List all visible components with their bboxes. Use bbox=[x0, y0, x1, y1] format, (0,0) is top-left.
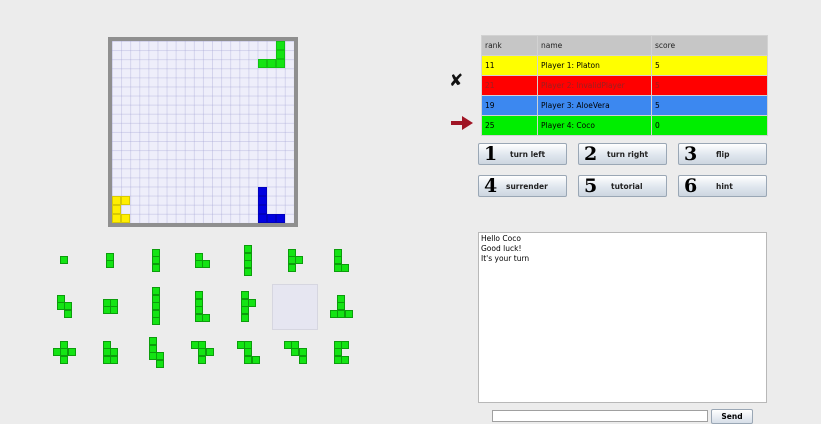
table-row: 21 Player 2: InvalidPlayer 5 bbox=[481, 75, 768, 96]
tray-piece-cell bbox=[244, 267, 253, 276]
board-cell-blue bbox=[257, 195, 267, 205]
header-rank: rank bbox=[481, 35, 538, 56]
send-button[interactable]: Send bbox=[711, 409, 753, 424]
score-cell: 5 bbox=[651, 75, 768, 96]
turn-right-button[interactable]: 2 turn right bbox=[578, 143, 667, 165]
tray-piece-cell bbox=[295, 256, 303, 265]
name-cell: Player 3: AloeVera bbox=[537, 95, 652, 116]
table-row: 25 Player 4: Coco 0 bbox=[481, 115, 768, 136]
tray-piece-cell bbox=[240, 313, 249, 322]
button-label: flip bbox=[716, 150, 730, 159]
name-cell: Player 1: Platon bbox=[537, 55, 652, 76]
header-score: score bbox=[651, 35, 768, 56]
key-number: 1 bbox=[484, 143, 498, 165]
button-label: turn left bbox=[510, 150, 546, 159]
surrender-button[interactable]: 4 surrender bbox=[478, 175, 567, 197]
board-cell-green bbox=[275, 50, 285, 60]
chat-input[interactable] bbox=[492, 410, 708, 422]
game-board[interactable] bbox=[108, 37, 298, 227]
board-cell-blue bbox=[257, 186, 267, 196]
table-row: 11 Player 1: Platon 5 bbox=[481, 55, 768, 76]
key-number: 6 bbox=[684, 175, 698, 197]
tray-piece-cell bbox=[248, 298, 256, 307]
score-cell: 5 bbox=[651, 95, 768, 116]
board-cell-yellow bbox=[112, 204, 121, 214]
board-cell-blue bbox=[257, 204, 267, 214]
tray-piece-cell bbox=[341, 340, 349, 349]
board-cell-blue bbox=[266, 213, 276, 223]
score-cell: 0 bbox=[651, 115, 768, 136]
tray-piece-cell bbox=[298, 355, 307, 364]
rank-cell: 11 bbox=[481, 55, 538, 76]
tray-piece-cell bbox=[205, 348, 214, 357]
rank-cell: 25 bbox=[481, 115, 538, 136]
board-cell-yellow bbox=[121, 195, 131, 205]
score-cell: 5 bbox=[651, 55, 768, 76]
key-number: 3 bbox=[684, 143, 698, 165]
tray-piece-cell bbox=[64, 309, 72, 318]
tray-piece-cell bbox=[202, 313, 210, 322]
board-cell-yellow bbox=[121, 213, 131, 223]
board-cell-yellow bbox=[112, 213, 121, 223]
chat-line: It's your turn bbox=[481, 254, 530, 263]
rank-cell: 19 bbox=[481, 95, 538, 116]
board-cell-green bbox=[275, 59, 285, 69]
score-table: rank name score 11 Player 1: Platon 5 21… bbox=[481, 35, 768, 136]
tray-slot-empty[interactable] bbox=[272, 284, 318, 330]
tray-piece-cell bbox=[341, 263, 349, 272]
board-cell-green bbox=[257, 59, 267, 69]
tray-piece-cell bbox=[60, 256, 69, 265]
chat-log[interactable]: Hello Coco Good luck! It's your turn bbox=[478, 232, 767, 403]
board-cell-green bbox=[275, 41, 285, 50]
board-cell-blue bbox=[257, 213, 267, 223]
hint-button[interactable]: 6 hint bbox=[678, 175, 767, 197]
tray-piece-cell bbox=[344, 309, 353, 318]
tray-piece-cell bbox=[110, 355, 118, 364]
button-label: tutorial bbox=[611, 182, 643, 191]
tray-piece-cell bbox=[60, 355, 69, 364]
tray-piece-cell bbox=[202, 260, 210, 268]
table-row: 19 Player 3: AloeVera 5 bbox=[481, 95, 768, 116]
board-cell-yellow bbox=[112, 195, 121, 205]
name-cell: Player 4: Coco bbox=[537, 115, 652, 136]
tray-piece-cell bbox=[67, 348, 76, 357]
tray-piece-cell bbox=[156, 359, 164, 368]
rank-cell: 21 bbox=[481, 75, 538, 96]
chat-line: Hello Coco bbox=[481, 234, 521, 243]
key-number: 5 bbox=[584, 175, 598, 197]
name-cell: Player 2: InvalidPlayer bbox=[537, 75, 652, 96]
tutorial-button[interactable]: 5 tutorial bbox=[578, 175, 667, 197]
tray-piece-cell bbox=[198, 355, 207, 364]
arrow-right-icon bbox=[451, 116, 473, 130]
header-name: name bbox=[537, 35, 652, 56]
tray-piece-cell bbox=[152, 263, 161, 272]
chat-line: Good luck! bbox=[481, 244, 522, 253]
button-label: surrender bbox=[506, 182, 548, 191]
button-label: hint bbox=[716, 182, 733, 191]
tray-piece-cell bbox=[341, 355, 349, 364]
score-table-header: rank name score bbox=[481, 35, 768, 56]
tray-piece-cell bbox=[110, 306, 118, 314]
eliminated-marker-icon: ✘ bbox=[449, 71, 464, 91]
flip-button[interactable]: 3 flip bbox=[678, 143, 767, 165]
button-label: turn right bbox=[607, 150, 649, 159]
tray-piece-cell bbox=[251, 355, 260, 364]
board-cell-green bbox=[266, 59, 276, 69]
tray-piece-cell bbox=[152, 317, 161, 326]
tray-piece-cell bbox=[287, 263, 296, 272]
key-number: 2 bbox=[584, 143, 598, 165]
tray-piece-cell bbox=[106, 260, 115, 268]
key-number: 4 bbox=[484, 175, 498, 197]
board-cell-blue bbox=[275, 213, 285, 223]
turn-left-button[interactable]: 1 turn left bbox=[478, 143, 567, 165]
